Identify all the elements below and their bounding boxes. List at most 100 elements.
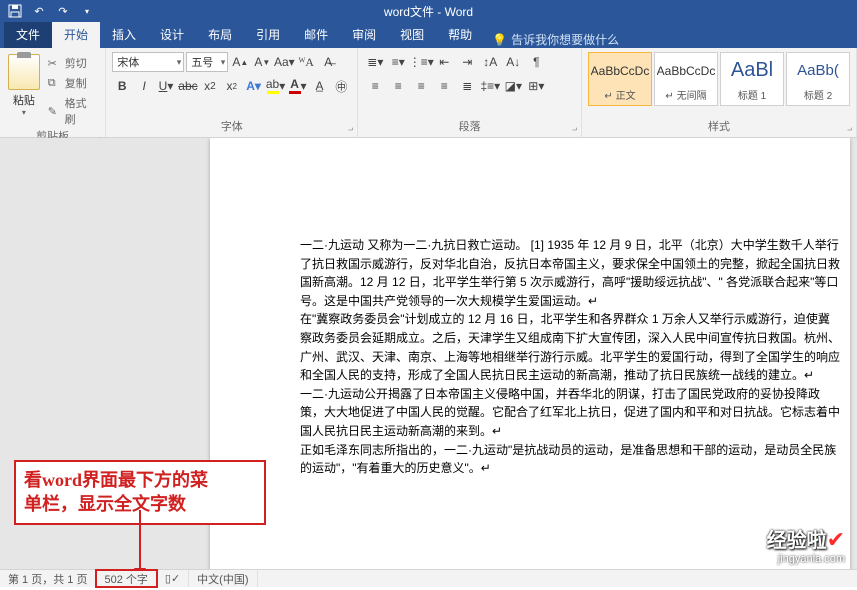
paste-button[interactable]: 粘贴 ▾ <box>6 52 42 117</box>
align-center-button[interactable]: ≡ <box>387 76 409 96</box>
line-spacing-button[interactable]: ‡≡▾ <box>479 76 501 96</box>
enclose-char-button[interactable]: ㊥ <box>331 76 351 96</box>
ribbon-tabs: 文件 开始 插入 设计 布局 引用 邮件 审阅 视图 帮助 💡 告诉我你想要做什… <box>0 22 857 48</box>
lightbulb-icon: 💡 <box>492 33 507 47</box>
tell-me-label: 告诉我你想要做什么 <box>511 31 619 48</box>
tab-help[interactable]: 帮助 <box>436 22 484 48</box>
bold-button[interactable]: B <box>112 76 132 96</box>
tab-layout[interactable]: 布局 <box>196 22 244 48</box>
grow-font-button[interactable]: A▲ <box>230 52 250 72</box>
tab-references[interactable]: 引用 <box>244 22 292 48</box>
quick-access-toolbar: ↶ ↷ ▾ <box>4 1 98 21</box>
cut-label: 剪切 <box>65 55 87 71</box>
style-preview: AaBbCcDc <box>657 55 715 86</box>
shading-button[interactable]: ◪▾ <box>502 76 524 96</box>
text-effects-button[interactable]: A▾ <box>244 76 264 96</box>
tab-file[interactable]: 文件 <box>4 22 52 48</box>
status-proofing[interactable]: ▯✓ <box>157 570 189 587</box>
paragraph[interactable]: 正如毛泽东同志所指出的，一二·九运动"是抗战动员的运动，是准备思想和干部的运动，… <box>300 441 840 478</box>
distribute-button[interactable]: ≣ <box>456 76 478 96</box>
decrease-indent-button[interactable]: ⇤ <box>433 52 455 72</box>
strikethrough-button[interactable]: abc <box>178 76 198 96</box>
styles-group-label: 样式 <box>588 118 850 135</box>
tell-me-search[interactable]: 💡 告诉我你想要做什么 <box>484 31 627 48</box>
style-name: ↵ 正文 <box>591 86 649 103</box>
ribbon: 粘贴 ▾ ✂剪切 ⧉复制 ✎格式刷 剪贴板 宋体 五号 A▲ A▼ Aa▾ ᵂA… <box>0 48 857 138</box>
tab-home[interactable]: 开始 <box>52 22 100 48</box>
status-page[interactable]: 第 1 页，共 1 页 <box>0 570 96 587</box>
save-icon[interactable] <box>4 1 26 21</box>
qat-more-icon[interactable]: ▾ <box>76 1 98 21</box>
phonetic-guide-button[interactable]: ᵂA <box>296 52 316 72</box>
format-painter-button[interactable]: ✎格式刷 <box>46 94 100 128</box>
tab-view[interactable]: 视图 <box>388 22 436 48</box>
fmt-label: 格式刷 <box>65 95 98 127</box>
style-normal[interactable]: AaBbCcDc ↵ 正文 <box>588 52 652 106</box>
cut-button[interactable]: ✂剪切 <box>46 54 100 72</box>
bullets-button[interactable]: ≣▾ <box>364 52 386 72</box>
scissors-icon: ✂ <box>48 57 62 69</box>
annotation-callout: 看word界面最下方的菜 单栏，显示全文字数 <box>14 460 266 525</box>
increase-indent-button[interactable]: ⇥ <box>456 52 478 72</box>
paste-label: 粘贴 <box>6 92 42 108</box>
document-body[interactable]: 一二·九运动 又称为一二·九抗日救亡运动。 [1] 1935 年 12 月 9 … <box>300 236 840 478</box>
undo-icon[interactable]: ↶ <box>28 1 50 21</box>
tab-review[interactable]: 审阅 <box>340 22 388 48</box>
align-right-button[interactable]: ≡ <box>410 76 432 96</box>
status-lang-label: 中文(中国) <box>197 571 248 587</box>
style-preview: AaBb( <box>789 55 847 86</box>
style-name: 标题 1 <box>723 86 781 103</box>
status-language[interactable]: 中文(中国) <box>189 570 257 587</box>
tab-mail[interactable]: 邮件 <box>292 22 340 48</box>
char-border-button[interactable]: A̲ <box>310 76 330 96</box>
style-heading1[interactable]: AaBl 标题 1 <box>720 52 784 106</box>
style-nospacing[interactable]: AaBbCcDc ↵ 无间隔 <box>654 52 718 106</box>
font-size-combo[interactable]: 五号 <box>186 52 228 72</box>
group-clipboard: 粘贴 ▾ ✂剪切 ⧉复制 ✎格式刷 剪贴板 <box>0 48 106 137</box>
subscript-button[interactable]: x2 <box>200 76 220 96</box>
superscript-button[interactable]: x2 <box>222 76 242 96</box>
font-group-label: 字体 <box>112 118 351 135</box>
numbering-button[interactable]: ≡▾ <box>387 52 409 72</box>
align-left-button[interactable]: ≡ <box>364 76 386 96</box>
borders-button[interactable]: ⊞▾ <box>525 76 547 96</box>
multilevel-button[interactable]: ⋮≡▾ <box>410 52 432 72</box>
brush-icon: ✎ <box>48 105 62 117</box>
window-title: word文件 - Word <box>384 3 473 20</box>
highlight-button[interactable]: ab▾ <box>266 76 286 96</box>
redo-icon[interactable]: ↷ <box>52 1 74 21</box>
text-direction-button[interactable]: ↕A <box>479 52 501 72</box>
copy-button[interactable]: ⧉复制 <box>46 74 100 92</box>
status-words-label: 502 个字 <box>104 571 147 587</box>
change-case-button[interactable]: Aa▾ <box>274 52 294 72</box>
paragraph[interactable]: 在"冀察政务委员会"计划成立的 12 月 16 日，北平学生和各界群众 1 万余… <box>300 310 840 384</box>
group-styles: AaBbCcDc ↵ 正文 AaBbCcDc ↵ 无间隔 AaBl 标题 1 A… <box>582 48 857 137</box>
style-name: 标题 2 <box>789 86 847 103</box>
group-font: 宋体 五号 A▲ A▼ Aa▾ ᵂA A̶ B I U▾ abc x2 x2 A… <box>106 48 358 137</box>
underline-button[interactable]: U▾ <box>156 76 176 96</box>
paragraph[interactable]: 一二·九运动 又称为一二·九抗日救亡运动。 [1] 1935 年 12 月 9 … <box>300 236 840 310</box>
paragraph[interactable]: 一二·九运动公开揭露了日本帝国主义侵略中国，并吞华北的阴谋，打击了国民党政府的妥… <box>300 385 840 441</box>
copy-icon: ⧉ <box>48 77 62 89</box>
status-bar: 第 1 页，共 1 页 502 个字 ▯✓ 中文(中国) <box>0 569 857 587</box>
status-page-label: 第 1 页，共 1 页 <box>8 571 87 587</box>
font-name-combo[interactable]: 宋体 <box>112 52 184 72</box>
callout-line2: 单栏，显示全文字数 <box>24 492 256 516</box>
show-marks-button[interactable]: ¶ <box>525 52 547 72</box>
group-paragraph: ≣▾ ≡▾ ⋮≡▾ ⇤ ⇥ ↕A A↓ ¶ ≡ ≡ ≡ ≡ ≣ ‡≡▾ ◪▾ ⊞… <box>358 48 582 137</box>
paste-icon <box>8 54 40 90</box>
sort-button[interactable]: A↓ <box>502 52 524 72</box>
italic-button[interactable]: I <box>134 76 154 96</box>
copy-label: 复制 <box>65 75 87 91</box>
callout-line1: 看word界面最下方的菜 <box>24 468 256 492</box>
status-word-count[interactable]: 502 个字 <box>96 570 156 587</box>
clear-formatting-button[interactable]: A̶ <box>318 52 338 72</box>
tab-insert[interactable]: 插入 <box>100 22 148 48</box>
style-name: ↵ 无间隔 <box>657 86 715 103</box>
paragraph-group-label: 段落 <box>364 118 575 135</box>
tab-design[interactable]: 设计 <box>148 22 196 48</box>
justify-button[interactable]: ≡ <box>433 76 455 96</box>
font-color-button[interactable]: A▾ <box>288 76 308 96</box>
style-heading2[interactable]: AaBb( 标题 2 <box>786 52 850 106</box>
shrink-font-button[interactable]: A▼ <box>252 52 272 72</box>
